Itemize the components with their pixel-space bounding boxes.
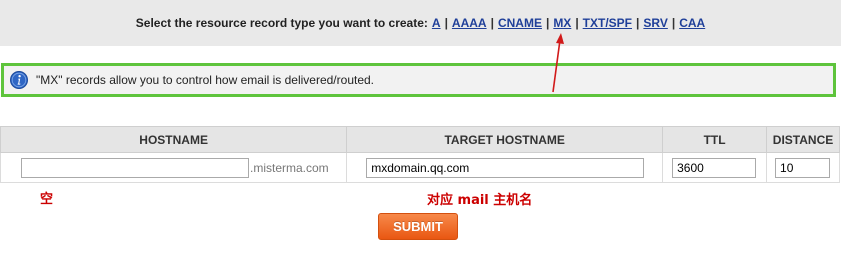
type-link-txt-spf[interactable]: TXT/SPF [583,16,632,30]
info-icon [10,71,28,89]
hostname-suffix: .misterma.com [250,160,329,175]
target-hostname-input[interactable] [366,157,645,178]
type-separator: | [575,16,579,30]
type-link-caa[interactable]: CAA [679,16,705,30]
header-ttl: TTL [662,126,768,153]
type-link-aaaa[interactable]: AAAA [452,16,487,30]
type-link-a[interactable]: A [432,16,441,30]
record-type-bar: Select the resource record type you want… [0,0,841,46]
header-hostname: HOSTNAME [0,126,348,153]
type-separator: | [490,16,494,30]
record-type-prompt: Select the resource record type you want… [135,16,428,30]
type-separator: | [444,16,448,30]
type-separator: | [636,16,640,30]
type-link-cname[interactable]: CNAME [498,16,542,30]
type-separator: | [545,16,550,30]
ttl-cell [662,152,768,183]
record-table: HOSTNAME TARGET HOSTNAME TTL DISTANCE .m… [0,126,840,183]
target-annotation: 对应 mail 主机名 [427,193,533,208]
table-row: .misterma.com [0,152,840,183]
ttl-input[interactable] [672,157,757,178]
submit-button[interactable]: SUBMIT [378,213,458,240]
header-target-hostname: TARGET HOSTNAME [346,126,664,153]
hostname-annotation: 空 [40,192,54,207]
type-separator: | [671,16,676,30]
type-link-mx[interactable]: MX [553,16,571,30]
type-link-srv[interactable]: SRV [643,16,667,30]
distance-cell [766,152,840,183]
mx-info-box: "MX" records allow you to control how em… [1,63,836,97]
distance-input[interactable] [775,157,831,178]
hostname-cell: .misterma.com [0,152,348,183]
hostname-input[interactable] [21,157,249,178]
target-cell [346,152,664,183]
table-header-row: HOSTNAME TARGET HOSTNAME TTL DISTANCE [0,126,840,153]
header-distance: DISTANCE [766,126,840,153]
info-message: "MX" records allow you to control how em… [36,73,375,87]
